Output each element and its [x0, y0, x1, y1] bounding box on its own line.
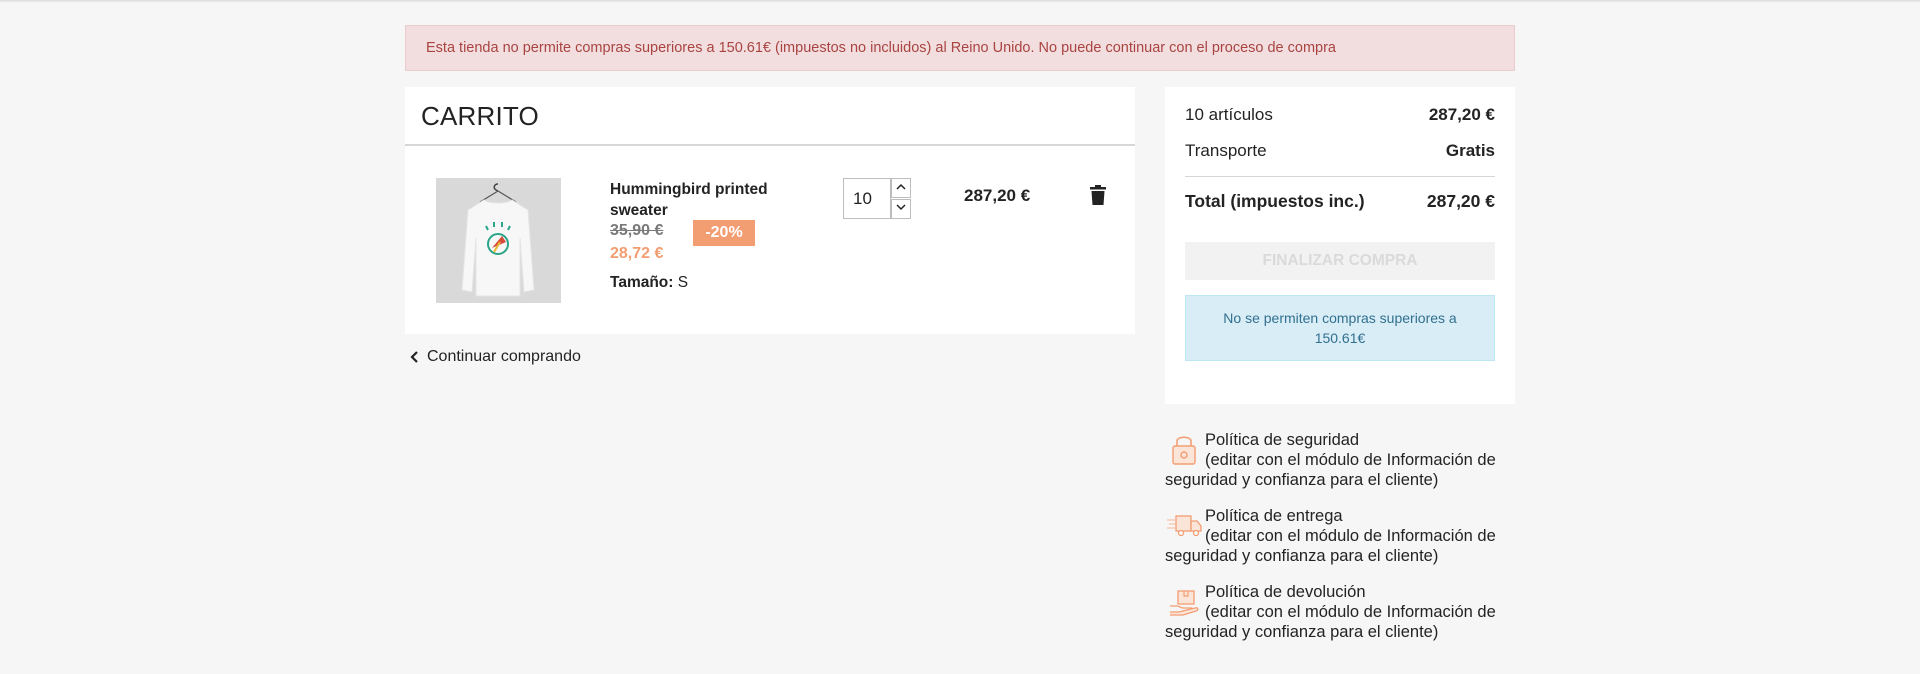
reassurance-description: (editar con el módulo de Información de …: [1165, 527, 1496, 565]
purchase-limit-notice: No se permiten compras superiores a 150.…: [1185, 295, 1495, 361]
reassurance-description: (editar con el módulo de Información de …: [1165, 451, 1496, 489]
reassurance-title: Política de entrega: [1205, 507, 1343, 525]
line-total-price: 287,20 €: [964, 186, 1031, 205]
summary-items-label: 10 artículos: [1185, 105, 1273, 124]
reassurance-title: Política de devolución: [1205, 583, 1366, 601]
cart-divider: [405, 144, 1135, 146]
reassurance-security: Política de seguridad (editar con el mód…: [1165, 430, 1515, 490]
chevron-down-icon: [896, 204, 906, 211]
return-package-icon: [1170, 590, 1199, 616]
delivery-truck-icon: [1167, 515, 1202, 537]
quantity-increase-button[interactable]: [891, 178, 911, 198]
size-label: Tamaño:: [610, 274, 674, 291]
quantity-decrease-button[interactable]: [891, 199, 911, 219]
reassurance-returns: Política de devolución (editar con el mó…: [1165, 582, 1515, 642]
summary-items-value: 287,20 €: [1428, 105, 1495, 124]
checkout-button[interactable]: FINALIZAR COMPRA: [1185, 242, 1495, 280]
chevron-up-icon: [896, 183, 906, 190]
summary-total-label: Total (impuestos inc.): [1185, 191, 1365, 211]
product-discounted-price: 28,72 €: [610, 245, 664, 262]
alert-message: Esta tienda no permite compras superiore…: [426, 40, 1336, 56]
reassurance-title: Política de seguridad: [1205, 431, 1360, 449]
chevron-left-icon: [410, 351, 418, 363]
cart-summary-panel: 10 artículos 287,20 € Transporte Gratis …: [1165, 87, 1515, 404]
discount-badge: -20%: [693, 220, 755, 246]
reassurance-description: (editar con el módulo de Información de …: [1165, 603, 1496, 641]
trash-icon: [1090, 185, 1106, 205]
continue-shopping-label: Continuar comprando: [427, 348, 581, 365]
product-name-link[interactable]: Hummingbird printed sweater: [610, 179, 780, 221]
product-image[interactable]: [436, 178, 561, 303]
header-shadow: [0, 0, 1920, 3]
summary-shipping-label: Transporte: [1185, 141, 1267, 160]
cart-panel: CARRITO Hummingbird printed sweater 35,9…: [405, 87, 1135, 334]
lock-icon: [1172, 436, 1196, 465]
summary-shipping-row: Transporte Gratis: [1185, 141, 1495, 161]
cart-title: CARRITO: [421, 101, 539, 131]
summary-total-value: 287,20 €: [1426, 191, 1495, 211]
summary-items-row: 10 artículos 287,20 €: [1185, 105, 1495, 125]
purchase-limit-alert: Esta tienda no permite compras superiore…: [405, 25, 1515, 71]
size-value: S: [677, 274, 689, 291]
product-size: Tamaño: S: [610, 274, 688, 292]
summary-divider: [1185, 176, 1495, 177]
remove-item-button[interactable]: [1090, 185, 1106, 205]
summary-shipping-value: Gratis: [1445, 141, 1495, 160]
reassurance-delivery: Política de entrega (editar con el módul…: [1165, 506, 1515, 566]
product-regular-price: 35,90 €: [610, 222, 664, 239]
quantity-input[interactable]: 10: [843, 178, 891, 219]
summary-total-row: Total (impuestos inc.) 287,20 €: [1185, 191, 1495, 212]
continue-shopping-link[interactable]: Continuar comprando: [409, 348, 581, 366]
